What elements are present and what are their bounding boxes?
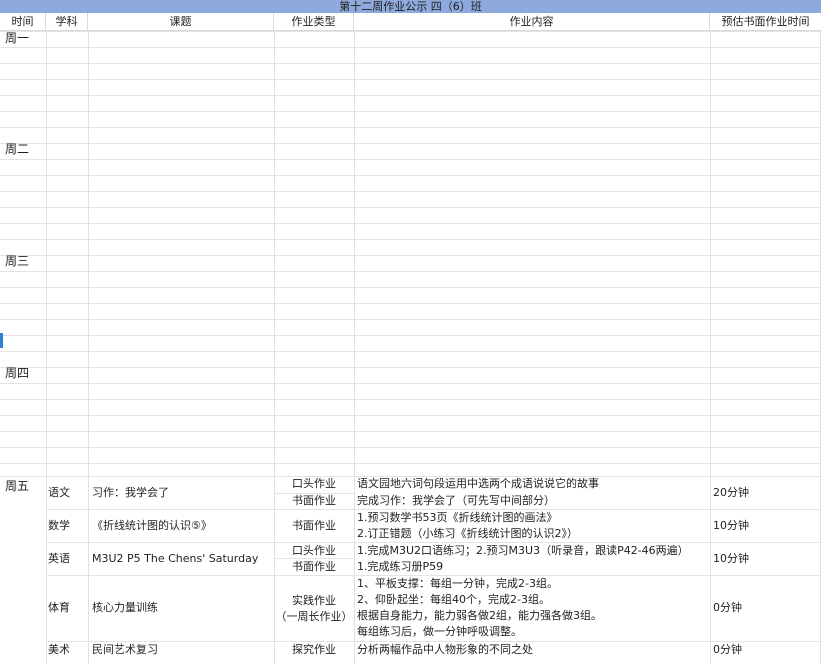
grid-row-line (0, 399, 821, 400)
cell-topic-pe[interactable]: 核心力量训练 (92, 601, 158, 615)
cell-content-chinese-1[interactable]: 语文园地六词句段运用中选两个成语说说它的故事 (357, 477, 599, 491)
cell-duration-pe[interactable]: 0分钟 (713, 601, 742, 615)
grid-row-line (0, 111, 821, 112)
grid-row-line (0, 223, 821, 224)
grid-row-line (0, 159, 821, 160)
cell-content-pe-1[interactable]: 1、平板支撑：每组一分钟，完成2-3组。 (357, 577, 558, 591)
header-subject[interactable]: 学科 (46, 13, 88, 31)
grid-row-line (0, 303, 821, 304)
grid-row-line (0, 383, 821, 384)
grid-row-line (0, 271, 821, 272)
grid-column-line (354, 31, 355, 664)
cell-topic-art[interactable]: 民间艺术复习 (92, 643, 158, 657)
cell-type-chinese-oral[interactable]: 口头作业 (274, 477, 354, 491)
cell-type-chinese-written[interactable]: 书面作业 (274, 494, 354, 508)
grid-column-line (88, 31, 89, 664)
cell-content-pe-3[interactable]: 根据自身能力，能力弱各做2组，能力强各做3组。 (357, 609, 602, 623)
grid-row-line (0, 447, 821, 448)
cell-duration-chinese[interactable]: 20分钟 (713, 486, 749, 500)
grid-row-line (0, 31, 821, 32)
cell-duration-english[interactable]: 10分钟 (713, 552, 749, 566)
day-thursday[interactable]: 周四 (5, 366, 29, 380)
cell-content-english-2[interactable]: 1.完成练习册P59 (357, 560, 443, 574)
cell-type-art[interactable]: 探究作业 (274, 643, 354, 657)
grid-row-line (0, 239, 821, 240)
day-monday[interactable]: 周一 (5, 31, 29, 45)
grid-row-line (0, 127, 821, 128)
cell-content-math-1[interactable]: 1.预习数学书53页《折线统计图的画法》 (357, 511, 558, 525)
grid-row-line (0, 79, 821, 80)
cell-cursor (0, 333, 3, 348)
grid-row-line (0, 287, 821, 288)
cell-type-english-oral[interactable]: 口头作业 (274, 544, 354, 558)
grid-row-line (0, 319, 821, 320)
grid-row-line (0, 175, 821, 176)
grid-row-line (0, 207, 821, 208)
cell-subject-pe[interactable]: 体育 (48, 601, 70, 615)
cell-type-math[interactable]: 书面作业 (274, 519, 354, 533)
grid-row-line (0, 367, 821, 368)
cell-content-pe-2[interactable]: 2、仰卧起坐：每组40个，完成2-3组。 (357, 593, 550, 607)
sheet-title: 第十二周作业公示 四（6）班 (0, 0, 821, 13)
cell-duration-art[interactable]: 0分钟 (713, 643, 742, 657)
grid-row-line (46, 575, 821, 576)
header-duration[interactable]: 预估书面作业时间 (710, 13, 821, 31)
cell-type-pe-long[interactable]: （一周长作业） (274, 610, 354, 624)
day-tuesday[interactable]: 周二 (5, 142, 29, 156)
day-wednesday[interactable]: 周三 (5, 254, 29, 268)
cell-type-english-written[interactable]: 书面作业 (274, 560, 354, 574)
cell-type-pe-practice[interactable]: 实践作业 (274, 594, 354, 608)
grid-row-line (0, 47, 821, 48)
grid-column-line (46, 31, 47, 664)
cell-subject-english[interactable]: 英语 (48, 552, 70, 566)
cell-content-chinese-2[interactable]: 完成习作：我学会了（可先写中间部分） (357, 494, 555, 508)
grid-row-line (274, 558, 354, 559)
grid-row-line (46, 509, 821, 510)
cell-subject-chinese[interactable]: 语文 (48, 486, 70, 500)
day-friday[interactable]: 周五 (5, 479, 29, 493)
header-content[interactable]: 作业内容 (354, 13, 710, 31)
grid-row-line (0, 143, 821, 144)
cell-content-english-1[interactable]: 1.完成M3U2口语练习；2.预习M3U3（听录音，跟读P42-46两遍） (357, 544, 689, 558)
grid-row-line (0, 335, 821, 336)
grid-row-line (46, 641, 821, 642)
cell-topic-chinese[interactable]: 习作：我学会了 (92, 486, 169, 500)
cell-topic-english[interactable]: M3U2 P5 The Chens' Saturday (92, 552, 258, 566)
grid-row-line (46, 542, 821, 543)
header-type[interactable]: 作业类型 (274, 13, 354, 31)
cell-content-art[interactable]: 分析两幅作品中人物形象的不同之处 (357, 643, 533, 657)
grid-row-line (0, 415, 821, 416)
grid-row-line (0, 431, 821, 432)
grid-column-line (710, 31, 711, 664)
cell-subject-art[interactable]: 美术 (48, 643, 70, 657)
grid-row-line (0, 63, 821, 64)
grid-row-line (0, 463, 821, 464)
cell-subject-math[interactable]: 数学 (48, 519, 70, 533)
cell-content-math-2[interactable]: 2.订正错题（小练习《折线统计图的认识2》） (357, 527, 578, 541)
grid-row-line (0, 191, 821, 192)
grid-row-line (0, 255, 821, 256)
cell-topic-math[interactable]: 《折线统计图的认识⑤》 (92, 519, 212, 533)
grid-row-line (0, 351, 821, 352)
header-time[interactable]: 时间 (0, 13, 46, 31)
header-topic[interactable]: 课题 (88, 13, 274, 31)
grid-row-line (0, 95, 821, 96)
cell-content-pe-4[interactable]: 每组练习后，做一分钟呼吸调整。 (357, 625, 522, 639)
cell-duration-math[interactable]: 10分钟 (713, 519, 749, 533)
